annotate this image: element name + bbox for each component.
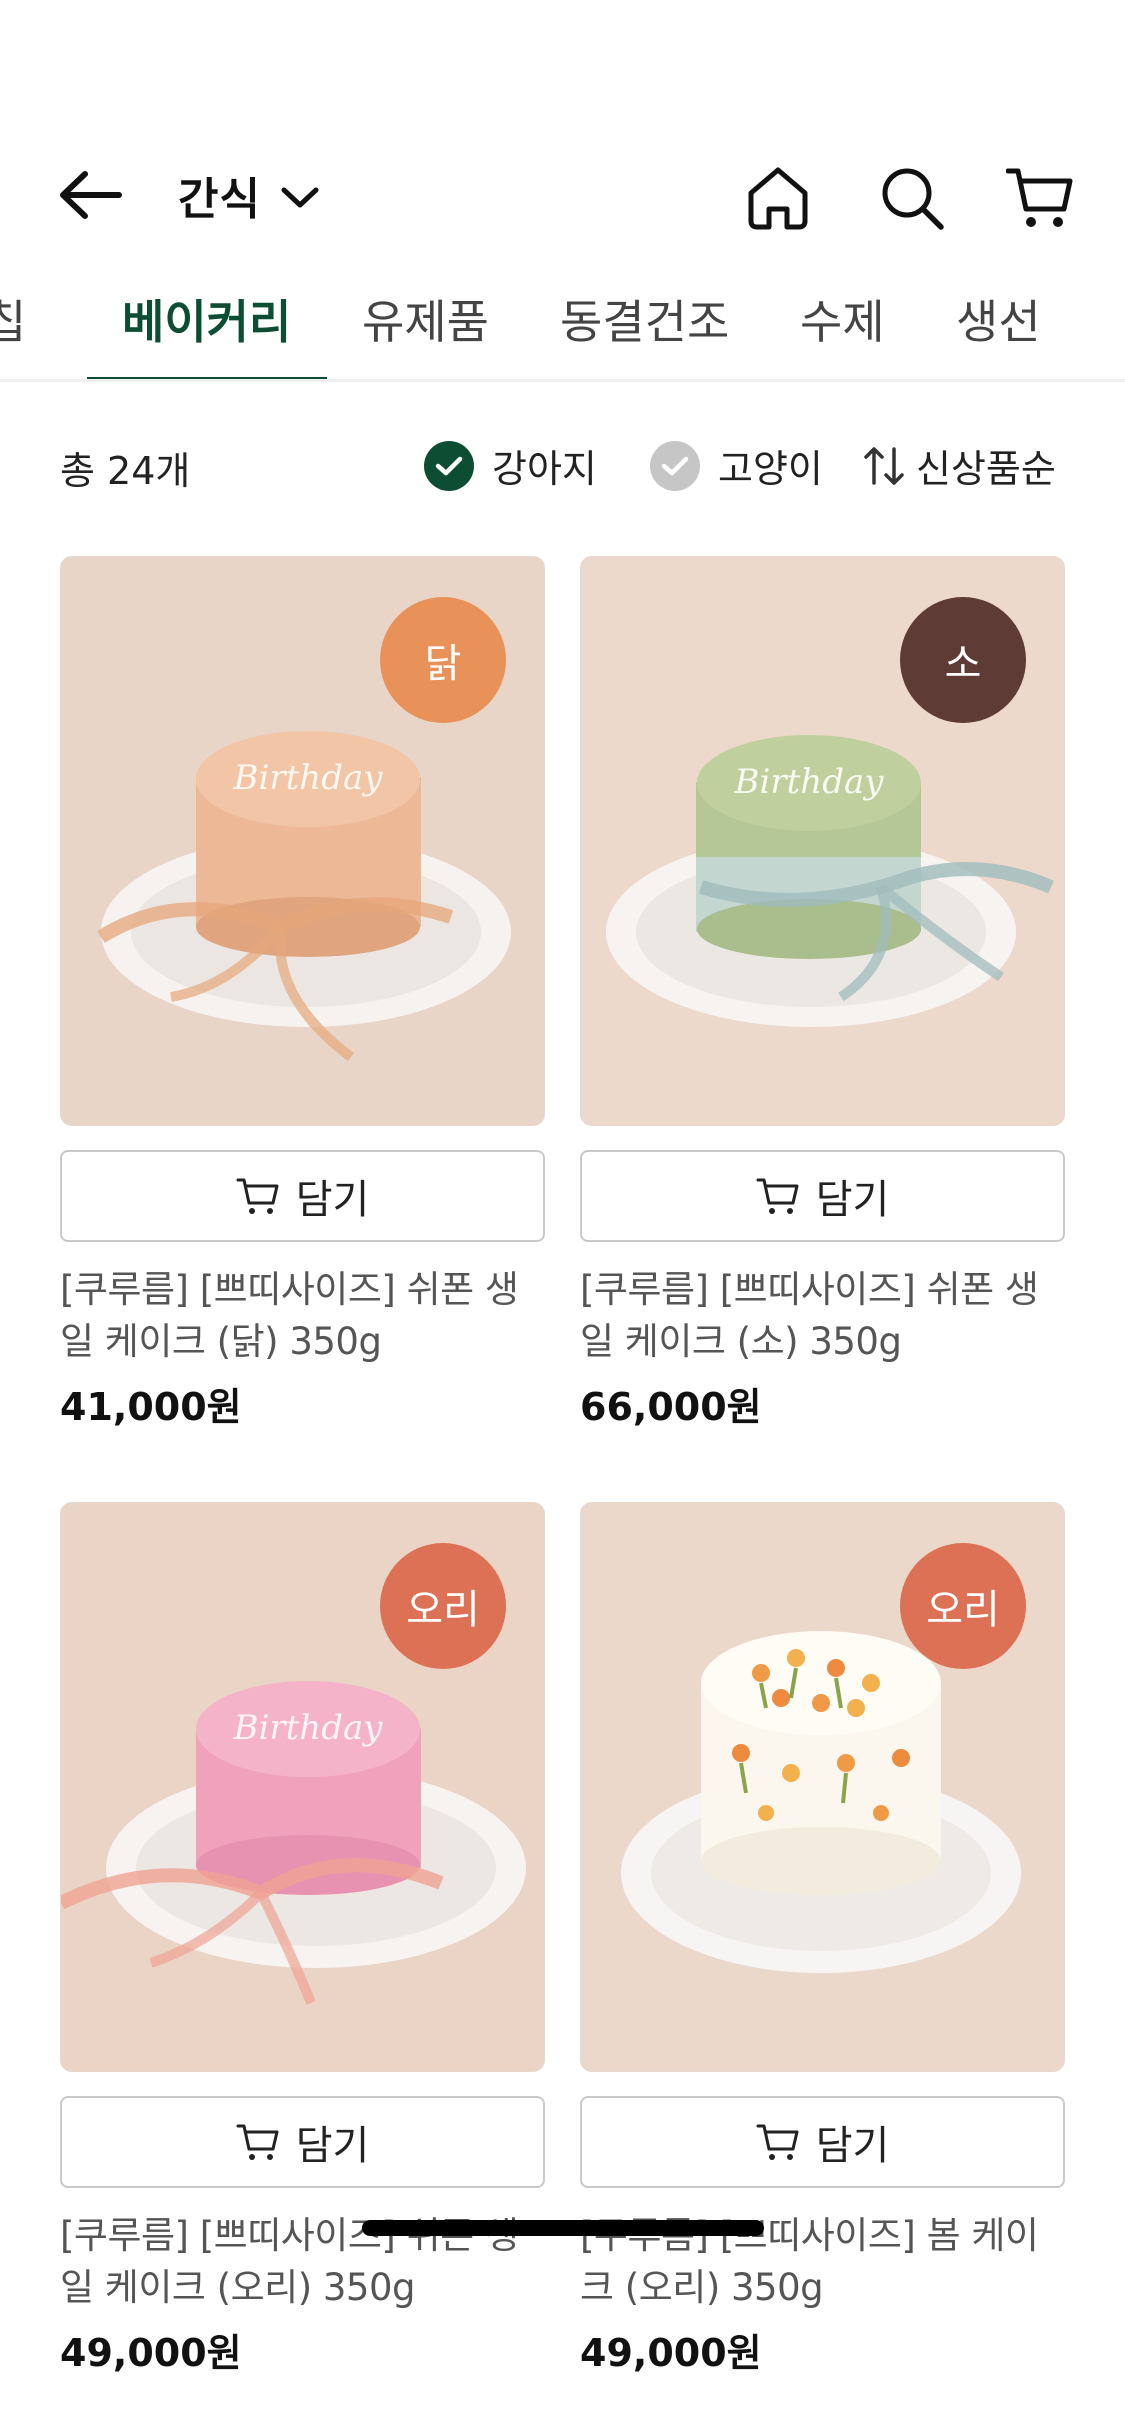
svg-text:Birthday: Birthday — [233, 1708, 384, 1748]
active-tab-indicator — [87, 377, 327, 379]
svg-text:Birthday: Birthday — [734, 762, 885, 802]
product-card[interactable]: 오리 담기 [쿠루름] [쁘띠사이즈] 봄 케이크 (오리) 350g 49,0… — [580, 1502, 1065, 2377]
add-to-cart-label: 담기 — [815, 2123, 890, 2169]
product-card[interactable]: Birthday 오리 담기 [쿠루름] [쁘띠사이즈] 쉬폰 생일 케이크 (… — [60, 1502, 545, 2377]
total-count: 총 24개 — [60, 449, 191, 493]
category-selector[interactable]: 간식 — [178, 150, 319, 240]
tab-handmade[interactable]: 수제 — [800, 278, 885, 379]
protein-badge: 오리 — [380, 1543, 506, 1669]
product-price: 66,000원 — [580, 1385, 762, 1429]
add-to-cart-button[interactable]: 담기 — [60, 1150, 545, 1242]
tab-bakery[interactable]: 베이커리 — [122, 278, 291, 379]
home-indicator[interactable] — [362, 2220, 764, 2236]
add-to-cart-button[interactable]: 담기 — [580, 1150, 1065, 1242]
add-to-cart-label: 담기 — [295, 1177, 370, 1223]
top-app-bar: 간식 — [0, 150, 1125, 240]
protein-badge: 소 — [900, 597, 1026, 723]
product-image[interactable]: Birthday 소 — [580, 556, 1065, 1126]
product-name[interactable]: [쿠루름] [쁘띠사이즈] 쉬폰 생일 케이크 (소) 350g — [580, 1264, 1065, 1368]
add-to-cart-label: 담기 — [815, 1177, 890, 1223]
product-price: 41,000원 — [60, 1385, 242, 1429]
protein-badge: 닭 — [380, 597, 506, 723]
chevron-down-icon — [281, 187, 319, 208]
home-button[interactable] — [742, 162, 814, 234]
sort-button[interactable]: 신상품순 — [862, 438, 1056, 493]
product-card[interactable]: Birthday 소 담기 [쿠루름] [쁘띠사이즈] 쉬폰 생일 케이크 (소… — [580, 556, 1065, 1431]
category-tabs: 칩 베이커리 유제품 동결건조 수제 생선 — [0, 278, 1125, 382]
cart-icon — [236, 2124, 279, 2160]
cat-filter[interactable]: 고양이 — [650, 438, 823, 493]
tab-fish[interactable]: 생선 — [956, 278, 1041, 379]
product-card[interactable]: Birthday 닭 담기 [쿠루름] [쁘띠사이즈] 쉬폰 생일 케이크 (닭… — [60, 556, 545, 1431]
product-price: 49,000원 — [60, 2331, 242, 2375]
cart-icon — [236, 1178, 279, 1214]
search-icon — [882, 168, 944, 230]
filter-bar: 총 24개 강아지 고양이 신상품순 — [0, 430, 1125, 500]
cart-button[interactable] — [1004, 162, 1076, 234]
cat-filter-label: 고양이 — [718, 447, 823, 491]
check-circle-icon — [650, 440, 700, 491]
add-to-cart-label: 담기 — [295, 2123, 370, 2169]
back-button[interactable] — [55, 162, 125, 228]
arrow-left-icon — [60, 171, 122, 219]
cart-icon — [756, 2124, 799, 2160]
dog-filter[interactable]: 강아지 — [424, 438, 597, 493]
product-image[interactable]: Birthday 오리 — [60, 1502, 545, 2072]
dog-filter-label: 강아지 — [492, 447, 597, 491]
add-to-cart-button[interactable]: 담기 — [60, 2096, 545, 2188]
tab-freeze-dried[interactable]: 동결건조 — [560, 278, 729, 379]
check-circle-icon — [424, 440, 474, 491]
cart-icon — [756, 1178, 799, 1214]
sort-arrows-icon — [864, 446, 904, 485]
home-icon — [748, 167, 808, 230]
page-title: 간식 — [178, 174, 261, 225]
svg-text:Birthday: Birthday — [233, 758, 384, 798]
cart-icon — [1006, 168, 1073, 227]
product-image[interactable]: 오리 — [580, 1502, 1065, 2072]
product-price: 49,000원 — [580, 2331, 762, 2375]
tab-dairy[interactable]: 유제품 — [362, 278, 489, 379]
product-image[interactable]: Birthday 닭 — [60, 556, 545, 1126]
protein-badge: 오리 — [900, 1543, 1026, 1669]
tab-chip[interactable]: 칩 — [0, 278, 26, 379]
search-button[interactable] — [876, 162, 948, 234]
add-to-cart-button[interactable]: 담기 — [580, 2096, 1065, 2188]
sort-label: 신상품순 — [916, 447, 1056, 491]
product-name[interactable]: [쿠루름] [쁘띠사이즈] 쉬폰 생일 케이크 (닭) 350g — [60, 1264, 545, 1368]
